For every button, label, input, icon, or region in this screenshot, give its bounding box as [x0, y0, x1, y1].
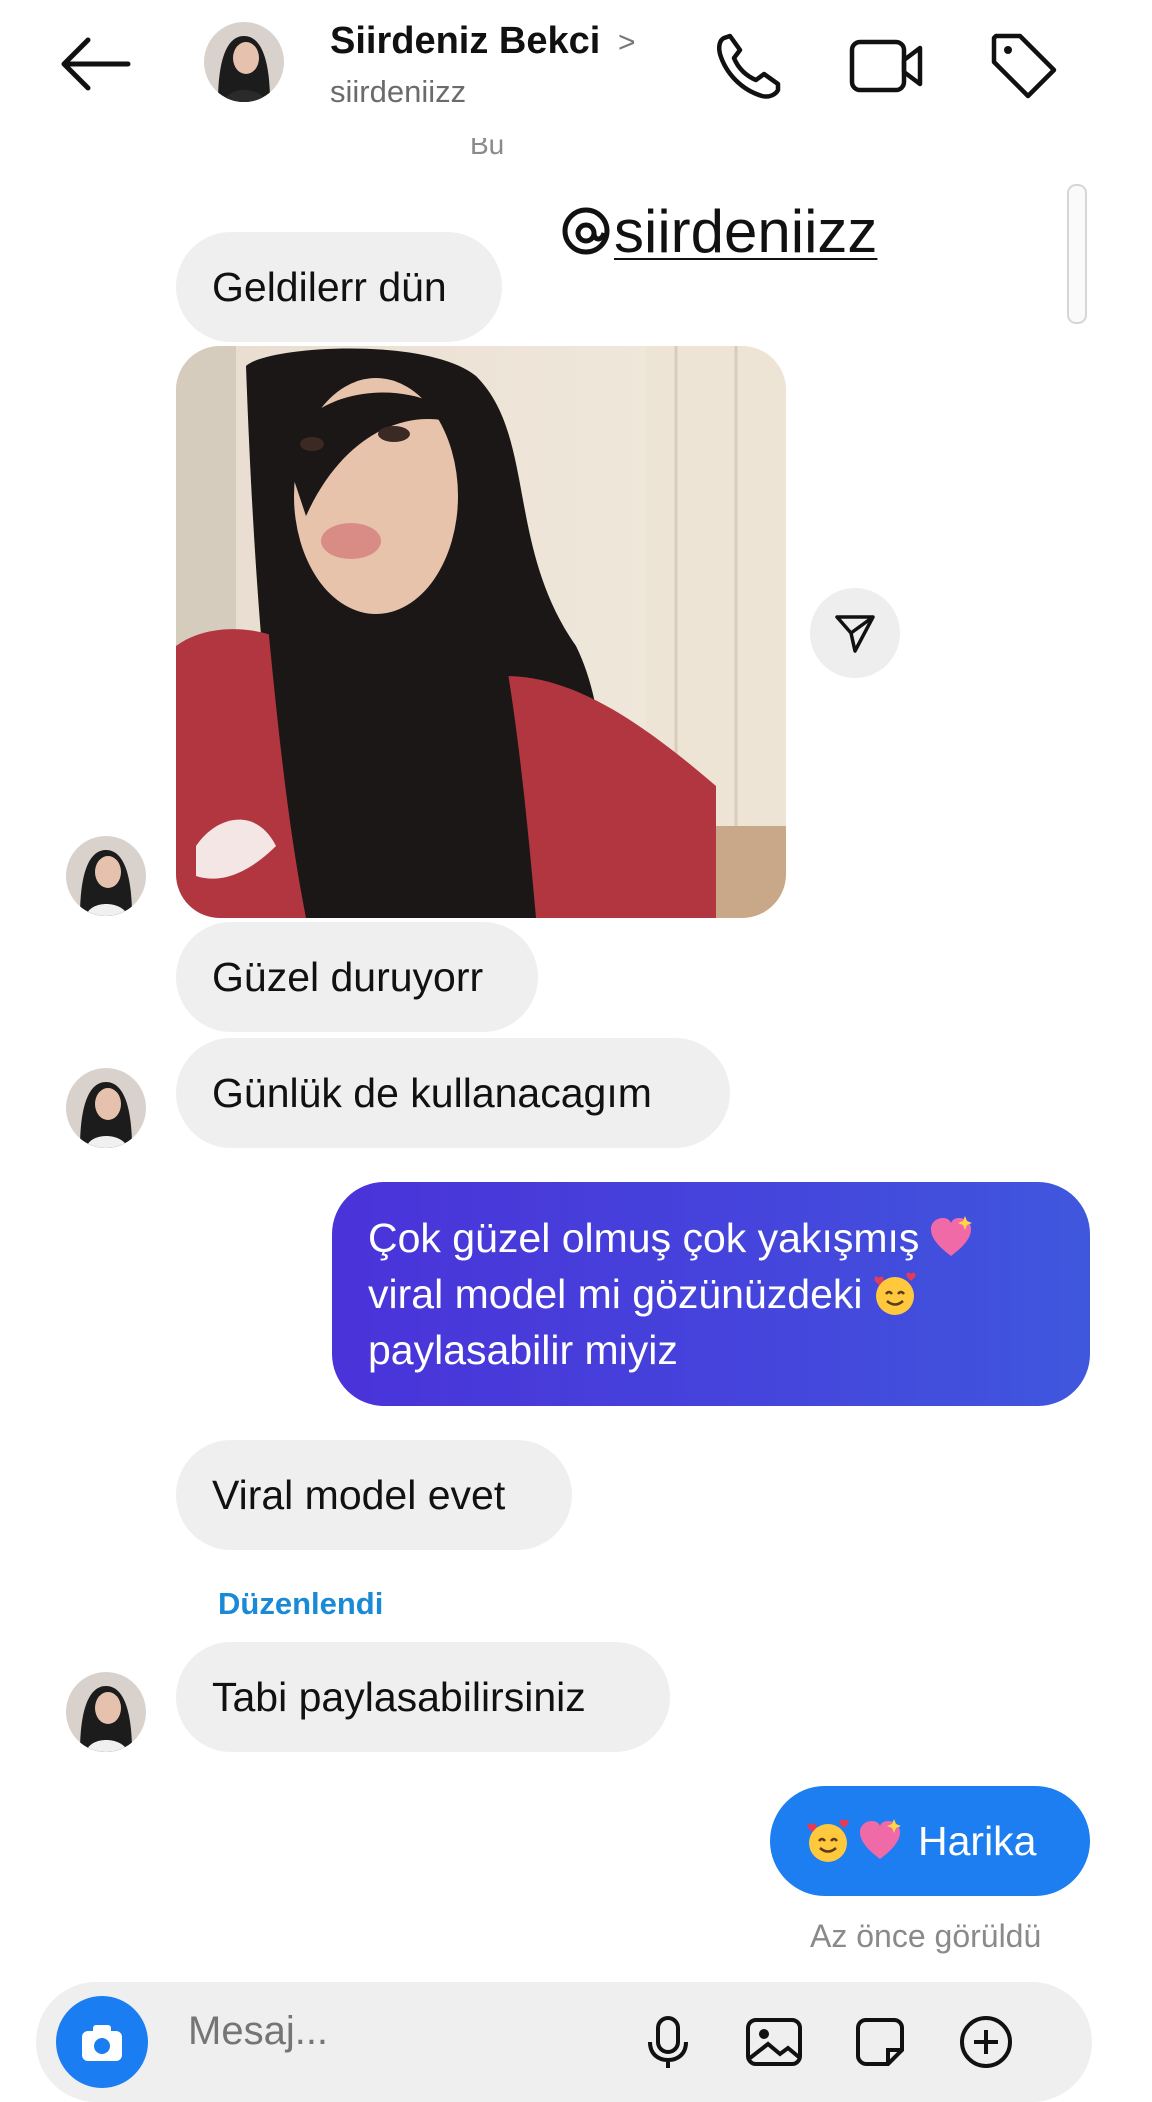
- smiling-face-with-hearts-icon: [807, 1819, 849, 1862]
- back-arrow-icon[interactable]: [58, 34, 134, 94]
- clipped-message-text: Bu: [470, 138, 505, 160]
- outgoing-message[interactable]: Harika: [770, 1786, 1090, 1896]
- sticker-icon[interactable]: [848, 2010, 912, 2074]
- incoming-message[interactable]: Geldilerr dün: [176, 232, 502, 342]
- message-text: Viral model evet: [212, 1472, 506, 1518]
- microphone-icon[interactable]: [636, 2010, 700, 2074]
- edited-label[interactable]: Düzenlendi: [218, 1586, 383, 1622]
- smiling-face-with-hearts-icon: [873, 1272, 916, 1315]
- watermark-handle: siirdeniizz: [614, 197, 878, 265]
- video-camera-icon[interactable]: [848, 28, 924, 104]
- camera-button[interactable]: [56, 1996, 148, 2088]
- incoming-message[interactable]: Viral model evet: [176, 1440, 572, 1550]
- tag-icon[interactable]: [986, 28, 1062, 104]
- camera-icon: [82, 2025, 122, 2061]
- message-text: Güzel duruyorr: [212, 954, 484, 1000]
- contact-username: siirdeniizz: [330, 74, 467, 109]
- message-line: Çok güzel olmuş çok yakışmış: [368, 1215, 920, 1261]
- message-text: Tabi paylasabilirsiniz: [212, 1674, 586, 1720]
- sparkling-heart-icon: [931, 1216, 973, 1256]
- sender-avatar[interactable]: [66, 836, 146, 916]
- paper-plane-icon: [835, 615, 875, 653]
- message-text: Geldilerr dün: [212, 264, 447, 310]
- threads-watermark: siirdeniizz: [560, 196, 877, 266]
- incoming-message[interactable]: Günlük de kullanacagım: [176, 1038, 730, 1148]
- contact-name[interactable]: Siirdeniz Bekci: [330, 20, 600, 63]
- message-composer: [36, 1982, 1092, 2102]
- sender-avatar[interactable]: [66, 1672, 146, 1752]
- sender-avatar[interactable]: [66, 1068, 146, 1148]
- photo-message[interactable]: [176, 346, 786, 918]
- incoming-message[interactable]: Güzel duruyorr: [176, 922, 538, 1032]
- message-text: Günlük de kullanacagım: [212, 1070, 652, 1116]
- contact-avatar[interactable]: [204, 22, 284, 102]
- threads-logo-icon: [562, 207, 610, 255]
- share-photo-button[interactable]: [810, 588, 900, 678]
- incoming-message[interactable]: Tabi paylasabilirsiniz: [176, 1642, 670, 1752]
- sparkling-heart-icon: [860, 1819, 901, 1859]
- message-line: viral model mi gözünüzdeki: [368, 1271, 863, 1317]
- outgoing-message[interactable]: Çok güzel olmuş çok yakışmış viral model…: [332, 1182, 1090, 1406]
- chat-header: Siirdeniz Bekci > siirdeniizz: [0, 0, 1152, 140]
- plus-circle-icon[interactable]: [954, 2010, 1018, 2074]
- phone-icon[interactable]: [710, 28, 786, 104]
- scrollbar[interactable]: [1067, 184, 1087, 324]
- profile-chevron-icon[interactable]: >: [618, 26, 636, 60]
- seen-status: Az önce görüldü: [810, 1918, 1042, 1954]
- message-line: paylasabilir miyiz: [368, 1327, 678, 1373]
- gallery-icon[interactable]: [742, 2010, 806, 2074]
- message-text: Harika: [918, 1817, 1037, 1864]
